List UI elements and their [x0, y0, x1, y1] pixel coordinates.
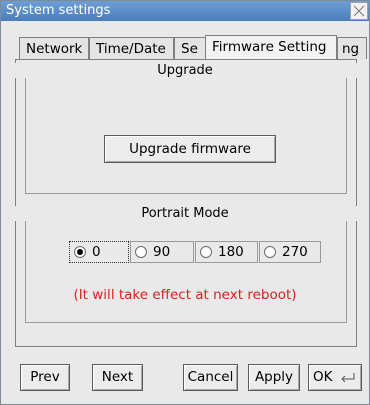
portrait-mode-group	[25, 219, 347, 323]
upgrade-group-title: Upgrade	[1, 63, 369, 78]
upgrade-title-text: Upgrade	[154, 63, 216, 78]
window-title: System settings	[6, 3, 111, 18]
tab-network[interactable]: Network	[19, 37, 89, 59]
tab-label: Se	[181, 41, 198, 57]
prev-label: Prev	[30, 369, 60, 385]
title-bar: System settings	[1, 1, 369, 21]
radio-button-icon	[264, 246, 276, 258]
radio-button-icon	[135, 246, 147, 258]
upgrade-group	[25, 72, 347, 194]
next-label: Next	[101, 369, 134, 385]
tab-label: Firmware Setting	[212, 39, 327, 55]
ok-button[interactable]: OK	[308, 364, 362, 391]
apply-button[interactable]: Apply	[248, 364, 300, 391]
portrait-title-text: Portrait Mode	[138, 206, 232, 221]
radio-option-90[interactable]: 90	[130, 241, 194, 263]
next-button[interactable]: Next	[92, 364, 143, 391]
radio-option-270[interactable]: 270	[259, 241, 321, 263]
tab-time-date[interactable]: Time/Date	[89, 37, 174, 59]
reboot-notice: (It will take effect at next reboot)	[73, 287, 297, 303]
tab-label: ng	[342, 41, 360, 57]
radio-button-icon	[200, 246, 212, 258]
settings-window: System settings Network Time/Date Se Fir…	[0, 0, 370, 405]
radio-label: 0	[92, 244, 101, 260]
cancel-label: Cancel	[187, 369, 234, 385]
radio-label: 270	[282, 244, 308, 260]
upgrade-firmware-button[interactable]: Upgrade firmware	[104, 135, 276, 163]
tab-bar: Network Time/Date Se Firmware Setting ng	[1, 35, 369, 60]
radio-label: 180	[218, 244, 244, 260]
enter-icon	[341, 373, 355, 383]
apply-label: Apply	[254, 369, 294, 385]
tab-label: Network	[26, 41, 83, 57]
upgrade-firmware-label: Upgrade firmware	[129, 141, 251, 157]
ok-label: OK	[313, 369, 333, 385]
radio-label: 90	[153, 244, 171, 260]
portrait-mode-group-title: Portrait Mode	[1, 206, 369, 221]
tab-firmware-setting[interactable]: Firmware Setting	[205, 35, 337, 60]
close-button[interactable]	[350, 2, 368, 20]
close-icon	[353, 5, 365, 17]
prev-button[interactable]: Prev	[20, 364, 70, 391]
tab-se[interactable]: Se	[174, 37, 209, 59]
cancel-button[interactable]: Cancel	[183, 364, 238, 391]
tab-ng[interactable]: ng	[337, 37, 367, 59]
tab-label: Time/Date	[96, 41, 166, 57]
radio-option-180[interactable]: 180	[195, 241, 258, 263]
radio-option-0[interactable]: 0	[69, 241, 129, 263]
radio-button-icon	[74, 246, 86, 258]
